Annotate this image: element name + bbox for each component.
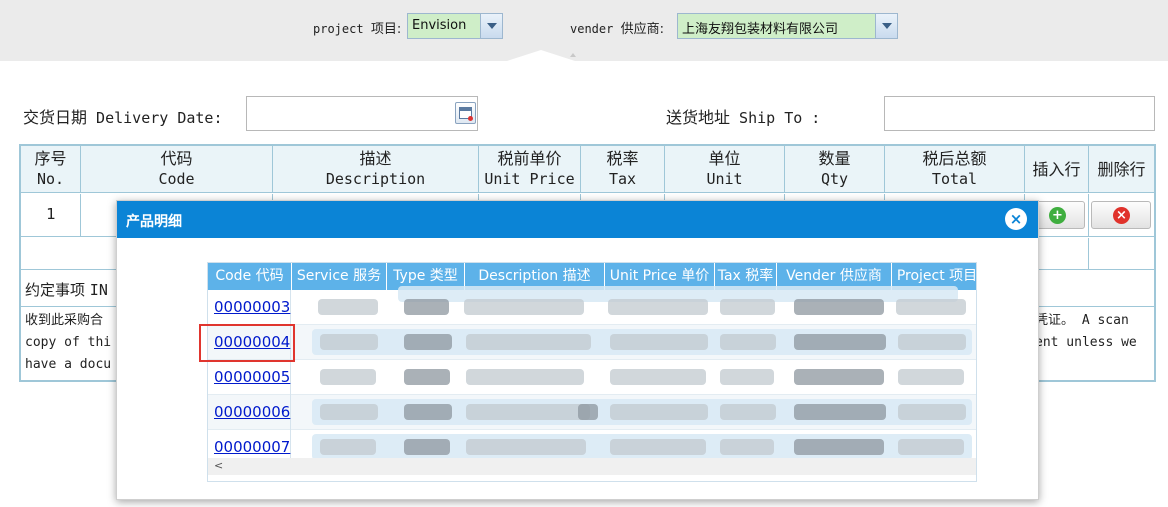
redacted-content bbox=[898, 404, 966, 420]
vender-label: vender 供应商: bbox=[570, 22, 664, 37]
redacted-content bbox=[610, 369, 706, 385]
redacted-content bbox=[318, 299, 378, 315]
product-code-link[interactable]: 00000003 bbox=[214, 298, 290, 316]
list-item[interactable]: 00000003 bbox=[208, 286, 976, 325]
col-unit-price: 税前单价 Unit Price bbox=[479, 146, 581, 193]
redacted-content bbox=[794, 369, 884, 385]
order-table-header: 序号 No. 代码 Code 描述 Description 税前单价 Unit … bbox=[21, 146, 1154, 193]
redacted-content bbox=[720, 299, 775, 315]
redacted-content bbox=[320, 404, 378, 420]
vender-select[interactable]: 上海友翔包装材料有限公司 bbox=[677, 13, 898, 39]
redacted-content bbox=[610, 404, 708, 420]
list-item[interactable]: 00000005 bbox=[208, 360, 976, 395]
chevron-down-icon[interactable] bbox=[480, 14, 502, 38]
redacted-content bbox=[794, 404, 886, 420]
list-item[interactable]: 00000006 bbox=[208, 395, 976, 430]
product-code-link[interactable]: 00000005 bbox=[214, 368, 290, 386]
plus-circle-icon: + bbox=[1049, 207, 1066, 224]
redacted-content bbox=[608, 299, 708, 315]
redacted-content bbox=[896, 299, 966, 315]
vender-select-value: 上海友翔包装材料有限公司 bbox=[682, 22, 839, 37]
delivery-date-label: 交货日期 Delivery Date: bbox=[23, 108, 223, 127]
calendar-icon[interactable] bbox=[455, 102, 476, 124]
top-filter-bar: project 项目: Envision vender 供应商: 上海友翔包装材… bbox=[0, 0, 1168, 61]
col-unit: 单位 Unit bbox=[665, 146, 785, 193]
redacted-content bbox=[404, 404, 452, 420]
product-code-link[interactable]: 00000006 bbox=[214, 403, 290, 421]
redacted-content bbox=[720, 334, 776, 350]
redacted-content bbox=[320, 334, 378, 350]
list-item[interactable]: 00000004 bbox=[208, 325, 976, 360]
redacted-content bbox=[720, 404, 776, 420]
horizontal-scrollbar[interactable]: < > bbox=[208, 458, 976, 475]
scroll-left-icon[interactable]: < bbox=[214, 459, 223, 472]
product-grid: Code 代码 Service 服务 Type 类型 Description 描… bbox=[207, 262, 977, 482]
col-total: 税后总额 Total bbox=[885, 146, 1025, 193]
redacted-content bbox=[898, 439, 964, 455]
redacted-content bbox=[794, 439, 884, 455]
redacted-content bbox=[404, 334, 452, 350]
col-no: 序号 No. bbox=[21, 146, 81, 193]
project-select-value: Envision bbox=[412, 18, 467, 33]
collapse-tab[interactable] bbox=[507, 50, 575, 61]
project-label: project 项目: bbox=[313, 22, 402, 37]
dialog-body: Code 代码 Service 服务 Type 类型 Description 描… bbox=[117, 238, 1038, 499]
close-icon[interactable]: × bbox=[1005, 208, 1027, 230]
col-description: 描述 Description bbox=[273, 146, 479, 193]
dialog-header: 产品明细 × bbox=[117, 201, 1038, 238]
redacted-content bbox=[720, 369, 774, 385]
redacted-content bbox=[466, 404, 590, 420]
delivery-date-input[interactable] bbox=[246, 96, 478, 131]
grid-col-service[interactable]: Service 服务 bbox=[292, 263, 387, 290]
ship-to-input[interactable] bbox=[884, 96, 1155, 131]
redacted-content bbox=[466, 369, 584, 385]
redacted-content bbox=[720, 439, 774, 455]
terms-text-right: 凭证。 A scan ent unless we bbox=[1035, 313, 1137, 350]
project-select[interactable]: Envision bbox=[407, 13, 503, 39]
terms-text-left: 收到此采购合 copy of thi have a docu bbox=[25, 313, 112, 372]
redacted-content bbox=[404, 299, 449, 315]
terms-title: 约定事项 IN bbox=[25, 281, 108, 299]
redacted-content bbox=[404, 439, 450, 455]
redacted-content bbox=[794, 299, 884, 315]
col-code: 代码 Code bbox=[81, 146, 273, 193]
product-code-link[interactable]: 00000007 bbox=[214, 438, 290, 456]
redacted-content bbox=[610, 439, 706, 455]
redacted-content bbox=[320, 439, 376, 455]
redacted-content bbox=[794, 334, 886, 350]
x-circle-icon: × bbox=[1113, 207, 1130, 224]
col-delete-row: 删除行 bbox=[1097, 160, 1146, 179]
redacted-content bbox=[466, 439, 586, 455]
redacted-content bbox=[464, 299, 584, 315]
redacted-content bbox=[898, 334, 966, 350]
redacted-content bbox=[578, 404, 598, 420]
col-qty: 数量 Qty bbox=[785, 146, 885, 193]
grid-col-code[interactable]: Code 代码 bbox=[208, 263, 292, 290]
chevron-down-icon[interactable] bbox=[875, 14, 897, 38]
redacted-content bbox=[610, 334, 708, 350]
redacted-content bbox=[404, 369, 450, 385]
redacted-content bbox=[320, 369, 376, 385]
redacted-content bbox=[466, 334, 591, 350]
col-insert-row: 插入行 bbox=[1025, 146, 1089, 193]
dialog-title: 产品明细 bbox=[126, 214, 182, 230]
col-tax: 税率 Tax bbox=[581, 146, 665, 193]
delete-row-button[interactable]: × bbox=[1091, 201, 1151, 229]
selection-highlight bbox=[199, 324, 295, 362]
redacted-content bbox=[898, 369, 964, 385]
collapse-arrow-icon bbox=[570, 53, 576, 57]
ship-to-label: 送货地址 Ship To : bbox=[666, 108, 821, 127]
row-number: 1 bbox=[46, 205, 56, 223]
